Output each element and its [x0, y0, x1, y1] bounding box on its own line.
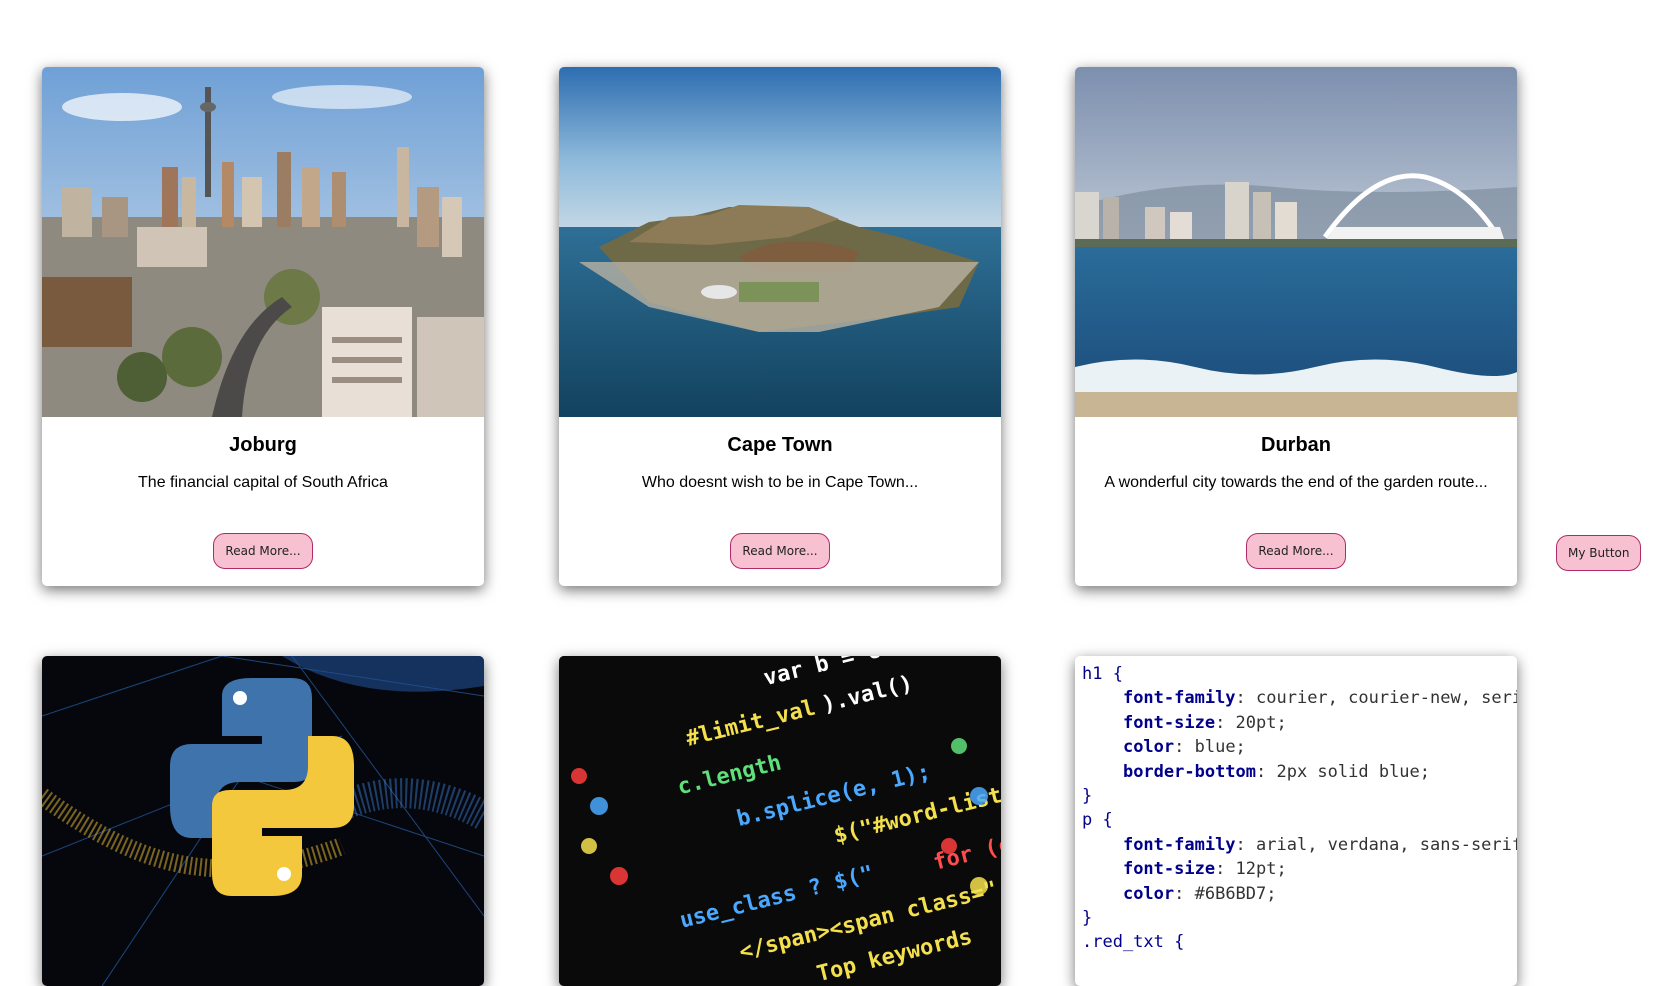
code-line: p {	[1082, 808, 1517, 832]
code-line: h1 {	[1082, 662, 1517, 686]
my-button[interactable]: My Button	[1556, 535, 1642, 571]
durban-beachfront-image	[1075, 67, 1517, 417]
card-code: var b = count #limit_val ).val() c.lengt…	[559, 656, 1001, 986]
code-selector: .red_txt {	[1082, 932, 1185, 953]
code-line: .red_txt {	[1082, 930, 1517, 954]
card-description: Who doesnt wish to be in Cape Town...	[641, 474, 919, 491]
code-line: font-size: 12pt;	[1082, 857, 1517, 881]
read-more-button[interactable]: Read More...	[730, 533, 830, 569]
code-value: : courier, courier-new, serif;	[1235, 688, 1517, 709]
card-joburg: Joburg The financial capital of South Af…	[42, 67, 484, 586]
read-more-button[interactable]: Read More...	[213, 533, 313, 569]
code-line: color: #6B6BD7;	[1082, 882, 1517, 906]
python-logo-image	[42, 656, 484, 986]
code-property: color	[1122, 883, 1175, 904]
code-selector: }	[1082, 908, 1093, 929]
code-property: font-size	[1122, 712, 1216, 733]
code-value: : 20pt;	[1215, 712, 1287, 733]
code-value: : 12pt;	[1215, 859, 1287, 880]
css-code-snippet: h1 { font-family: courier, courier-new, …	[1075, 656, 1517, 955]
code-property: font-size	[1122, 859, 1216, 880]
code-property: color	[1122, 737, 1175, 758]
code-selector: p {	[1082, 810, 1113, 831]
card-css-snippet: h1 { font-family: courier, courier-new, …	[1075, 656, 1517, 986]
cape-town-aerial-image	[559, 67, 1001, 417]
code-line: border-bottom: 2px solid blue;	[1082, 760, 1517, 784]
code-value: : #6B6BD7;	[1174, 883, 1277, 904]
code-line: font-family: arial, verdana, sans-serif;	[1082, 833, 1517, 857]
card-description: The financial capital of South Africa	[138, 474, 388, 491]
code-value: : 2px solid blue;	[1256, 761, 1431, 782]
card-title: Cape Town	[727, 434, 833, 456]
code-line: }	[1082, 784, 1517, 808]
code-property: font-family	[1122, 688, 1236, 709]
card-python	[42, 656, 484, 986]
code-property: border-bottom	[1122, 761, 1257, 782]
card-durban: Durban A wonderful city towards the end …	[1075, 67, 1517, 586]
card-description: A wonderful city towards the end of the …	[1104, 474, 1488, 491]
code-selector: }	[1082, 786, 1093, 807]
code-line: font-family: courier, courier-new, serif…	[1082, 686, 1517, 710]
card-cape-town: Cape Town Who doesnt wish to be in Cape …	[559, 67, 1001, 586]
code-property: font-family	[1122, 834, 1236, 855]
code-screen-image: var b = count #limit_val ).val() c.lengt…	[559, 656, 1001, 986]
code-line: color: blue;	[1082, 735, 1517, 759]
code-value: : blue;	[1174, 737, 1246, 758]
read-more-button[interactable]: Read More...	[1246, 533, 1346, 569]
joburg-skyline-image	[42, 67, 484, 417]
card-title: Joburg	[229, 434, 297, 456]
code-line: font-size: 20pt;	[1082, 711, 1517, 735]
code-selector: h1 {	[1082, 664, 1123, 684]
code-line: }	[1082, 906, 1517, 930]
card-title: Durban	[1261, 434, 1331, 456]
code-value: : arial, verdana, sans-serif;	[1235, 834, 1517, 855]
